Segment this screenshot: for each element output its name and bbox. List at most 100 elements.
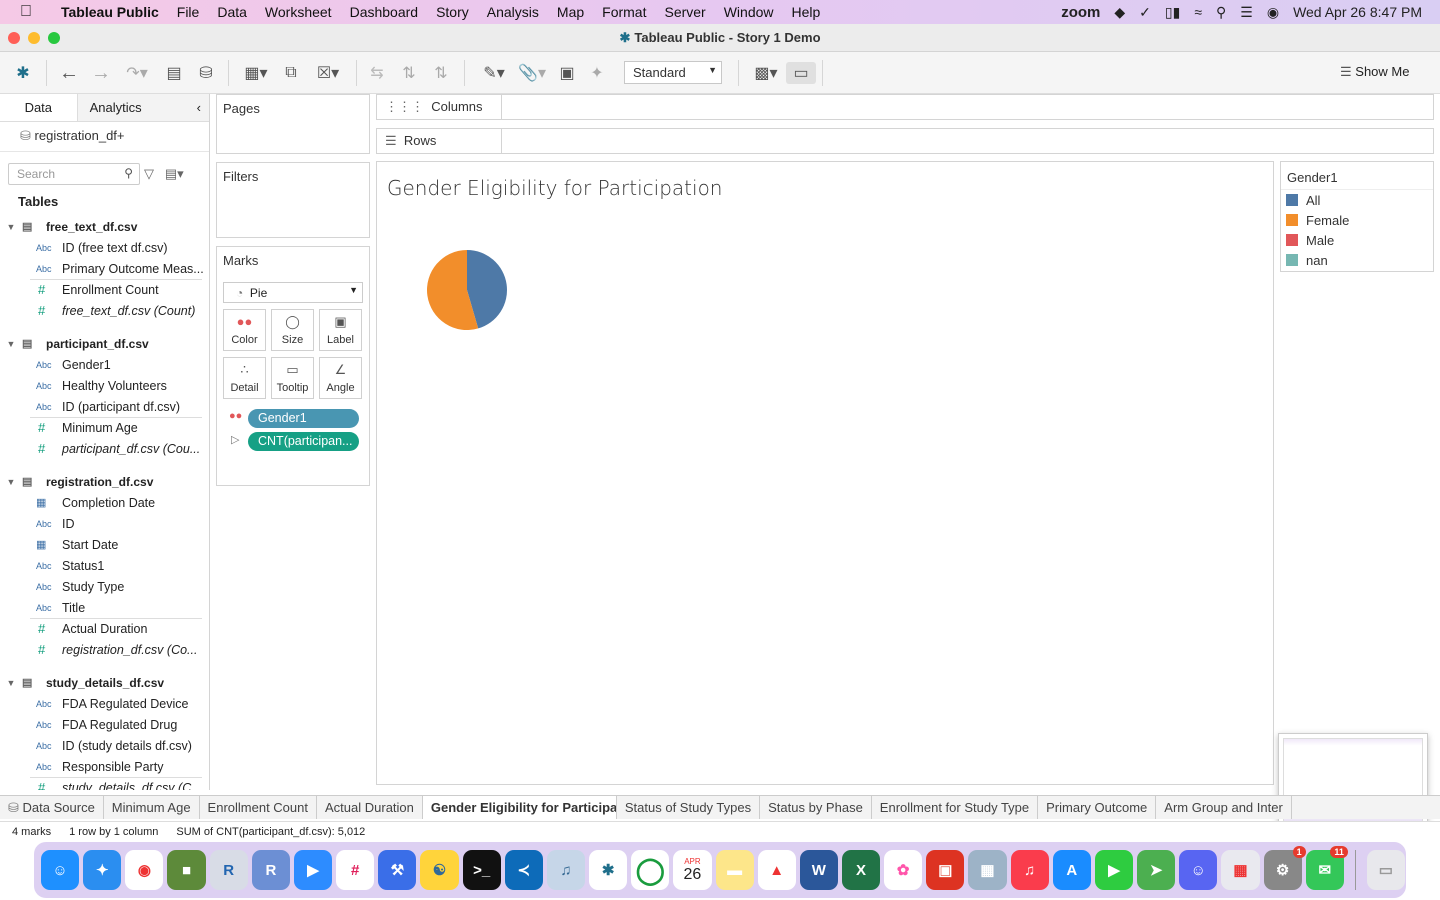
table-group[interactable]: ▼ ▤ registration_df.csv <box>0 471 209 492</box>
table-group[interactable]: ▼ ▤ participant_df.csv <box>0 333 209 354</box>
menu-server[interactable]: Server <box>655 4 714 20</box>
legend-item[interactable]: nan <box>1281 250 1433 270</box>
table-group[interactable]: ▼ ▤ free_text_df.csv <box>0 216 209 237</box>
rstudio-icon[interactable]: R <box>251 850 290 890</box>
presentation-mode-icon[interactable]: ▭ <box>786 62 816 84</box>
label-button[interactable]: ▣ Label <box>319 309 362 351</box>
sheet-tab[interactable]: Enrollment Count <box>200 796 317 819</box>
label-text-icon[interactable]: ▣ <box>556 62 578 84</box>
table-group[interactable]: ▼ ▤ study_details_df.csv <box>0 672 209 693</box>
clear-sheet-icon[interactable]: ☒▾ <box>310 62 346 84</box>
finder-icon[interactable]: ☺ <box>41 850 80 890</box>
show-cards-icon[interactable]: ▩▾ <box>748 62 784 84</box>
zoom-status-icon[interactable]: zoom <box>1061 4 1100 21</box>
field-item[interactable]: # Minimum Age <box>0 417 209 438</box>
menu-worksheet[interactable]: Worksheet <box>256 4 341 20</box>
menu-file[interactable]: File <box>168 4 209 20</box>
legend-item[interactable]: All <box>1281 190 1433 210</box>
save-icon[interactable]: ▤ <box>163 62 185 84</box>
sort-descending-icon[interactable]: ⇅ <box>430 62 452 84</box>
field-item[interactable]: Abc ID (free text df.csv) <box>0 237 209 258</box>
trash-icon[interactable]: ▭ <box>1366 850 1405 890</box>
tab-data[interactable]: Data <box>0 94 78 121</box>
pages-card[interactable]: Pages <box>216 94 370 154</box>
activity-ring-icon[interactable]: ◯ <box>631 850 670 890</box>
view-toggle-icon[interactable]: ▤▾ <box>165 166 184 181</box>
control-center-icon[interactable]: ☰ <box>1240 4 1253 21</box>
field-item[interactable]: # registration_df.csv (Co... <box>0 639 209 660</box>
sort-ascending-icon[interactable]: ⇅ <box>398 62 420 84</box>
group-icon[interactable]: 📎▾ <box>514 62 550 84</box>
minimize-window-button[interactable] <box>28 32 40 44</box>
worksheet-view[interactable]: Gender Eligibility for Participation <box>376 161 1274 785</box>
clock[interactable]: Wed Apr 26 8:47 PM <box>1293 4 1422 20</box>
field-item[interactable]: Abc FDA Regulated Device <box>0 693 209 714</box>
photo-booth-icon[interactable]: ▣ <box>926 850 965 890</box>
field-item[interactable]: Abc ID (study details df.csv) <box>0 735 209 756</box>
launchpad-icon[interactable]: ▦ <box>1221 850 1260 890</box>
data-source-tab[interactable]: ⛁ Data Source <box>0 796 104 819</box>
facetime-icon[interactable]: ▶ <box>1094 850 1134 890</box>
sheet-tab[interactable]: Minimum Age <box>104 796 200 819</box>
vscode-icon[interactable]: ≺ <box>504 850 543 890</box>
shield-icon[interactable]: ◆ <box>1114 4 1125 21</box>
tab-analytics[interactable]: Analytics <box>77 94 168 121</box>
field-item[interactable]: # study_details_df.csv (C... <box>0 777 209 790</box>
field-item[interactable]: # participant_df.csv (Cou... <box>0 438 209 459</box>
filter-icon[interactable]: ▽ <box>144 166 154 181</box>
legend-item[interactable]: Male <box>1281 230 1433 250</box>
apple-icon[interactable]:  <box>0 3 52 21</box>
field-item[interactable]: Abc Healthy Volunteers <box>0 375 209 396</box>
back-icon[interactable]: ← <box>58 62 80 84</box>
mark-type-select[interactable]: ◔ Pie ▼ <box>223 282 363 303</box>
spotlight-icon[interactable]: ⚲ <box>1216 4 1226 21</box>
menu-format[interactable]: Format <box>593 4 655 20</box>
count-angle-pill[interactable]: CNT(participan... <box>248 432 359 451</box>
sheet-tab[interactable]: Gender Eligibility for Participat... <box>422 796 617 819</box>
chrome-icon[interactable]: ◉ <box>125 850 164 890</box>
field-item[interactable]: Abc Title <box>0 597 209 618</box>
close-window-button[interactable] <box>8 32 20 44</box>
field-item[interactable]: # free_text_df.csv (Count) <box>0 300 209 321</box>
discord-icon[interactable]: ☺ <box>1179 850 1218 890</box>
excel-icon[interactable]: X <box>841 850 881 890</box>
terminal-icon[interactable]: >_ <box>462 850 501 890</box>
menu-data[interactable]: Data <box>208 4 256 20</box>
wifi-icon[interactable]: ≈ <box>1194 4 1202 20</box>
collapse-pane-icon[interactable]: ‹ <box>167 94 209 121</box>
sheet-tab[interactable]: Status by Phase <box>760 796 872 819</box>
rows-shelf[interactable]: ☰ Rows <box>376 128 1434 154</box>
messages-icon[interactable]: ✉ 11 <box>1305 846 1348 890</box>
battery-icon[interactable]: ▯▮ <box>1165 4 1180 21</box>
app-menu[interactable]: Tableau Public <box>52 4 168 20</box>
highlight-icon[interactable]: ✎▾ <box>476 62 512 84</box>
photos-icon[interactable]: ✿ <box>884 850 923 890</box>
word-icon[interactable]: W <box>799 850 838 890</box>
menu-analysis[interactable]: Analysis <box>478 4 548 20</box>
menu-story[interactable]: Story <box>427 4 478 20</box>
redo-icon[interactable]: ↷▾ <box>120 62 154 84</box>
legend-item[interactable]: Female <box>1281 210 1433 230</box>
postgres-icon[interactable]: ♫ <box>546 850 586 890</box>
sheet-tab[interactable]: Enrollment for Study Type <box>872 796 1039 819</box>
angle-button[interactable]: ∠ Angle <box>319 357 362 399</box>
field-item[interactable]: Abc Study Type <box>0 576 209 597</box>
xcode-icon[interactable]: ⚒ <box>378 850 417 890</box>
menu-window[interactable]: Window <box>715 4 783 20</box>
gender-color-pill[interactable]: Gender1 <box>248 409 359 428</box>
r-icon[interactable]: R <box>209 850 248 890</box>
menu-map[interactable]: Map <box>548 4 593 20</box>
system-settings-icon[interactable]: ⚙ 1 <box>1263 846 1306 890</box>
calendar-icon[interactable]: APR 26 <box>673 850 712 890</box>
sheet-tab[interactable]: Actual Duration <box>317 796 423 819</box>
new-worksheet-icon[interactable]: ▦▾ <box>238 62 274 84</box>
slack-icon[interactable]: # <box>336 850 375 890</box>
menu-dashboard[interactable]: Dashboard <box>341 4 428 20</box>
duplicate-sheet-icon[interactable]: ⧉ <box>280 62 302 84</box>
field-item[interactable]: Abc ID <box>0 513 209 534</box>
zoom-icon[interactable]: ▶ <box>293 850 333 890</box>
fit-select[interactable]: Standard ▼ <box>624 61 722 84</box>
field-item[interactable]: Abc Status1 <box>0 555 209 576</box>
columns-shelf[interactable]: ⋮⋮⋮ Columns <box>376 94 1434 120</box>
field-item[interactable]: Abc Responsible Party <box>0 756 209 777</box>
